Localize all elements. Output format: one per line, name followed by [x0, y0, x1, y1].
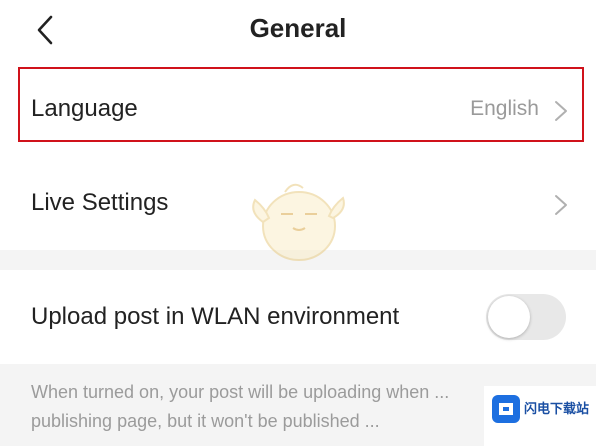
watermark-text: 闪电下载站 [524, 401, 590, 416]
language-row[interactable]: Language English [0, 62, 596, 154]
app-header: General [0, 0, 596, 62]
upload-hint-text: When turned on, your post will be upload… [31, 382, 450, 431]
upload-wlan-toggle[interactable] [486, 294, 566, 340]
page-title: General [249, 13, 347, 43]
live-settings-row[interactable]: Live Settings [0, 154, 596, 250]
language-label: Language [31, 95, 138, 122]
live-settings-label: Live Settings [31, 189, 169, 216]
toggle-knob [488, 296, 530, 338]
upload-wlan-row: Upload post in WLAN environment [0, 270, 596, 364]
download-site-logo [492, 395, 520, 423]
watermark-badge: 闪电下载站 [484, 386, 596, 446]
upload-wlan-label: Upload post in WLAN environment [31, 303, 400, 330]
language-value: English [470, 97, 539, 120]
chevron-right-icon [555, 101, 567, 121]
chevron-right-icon [555, 195, 567, 215]
